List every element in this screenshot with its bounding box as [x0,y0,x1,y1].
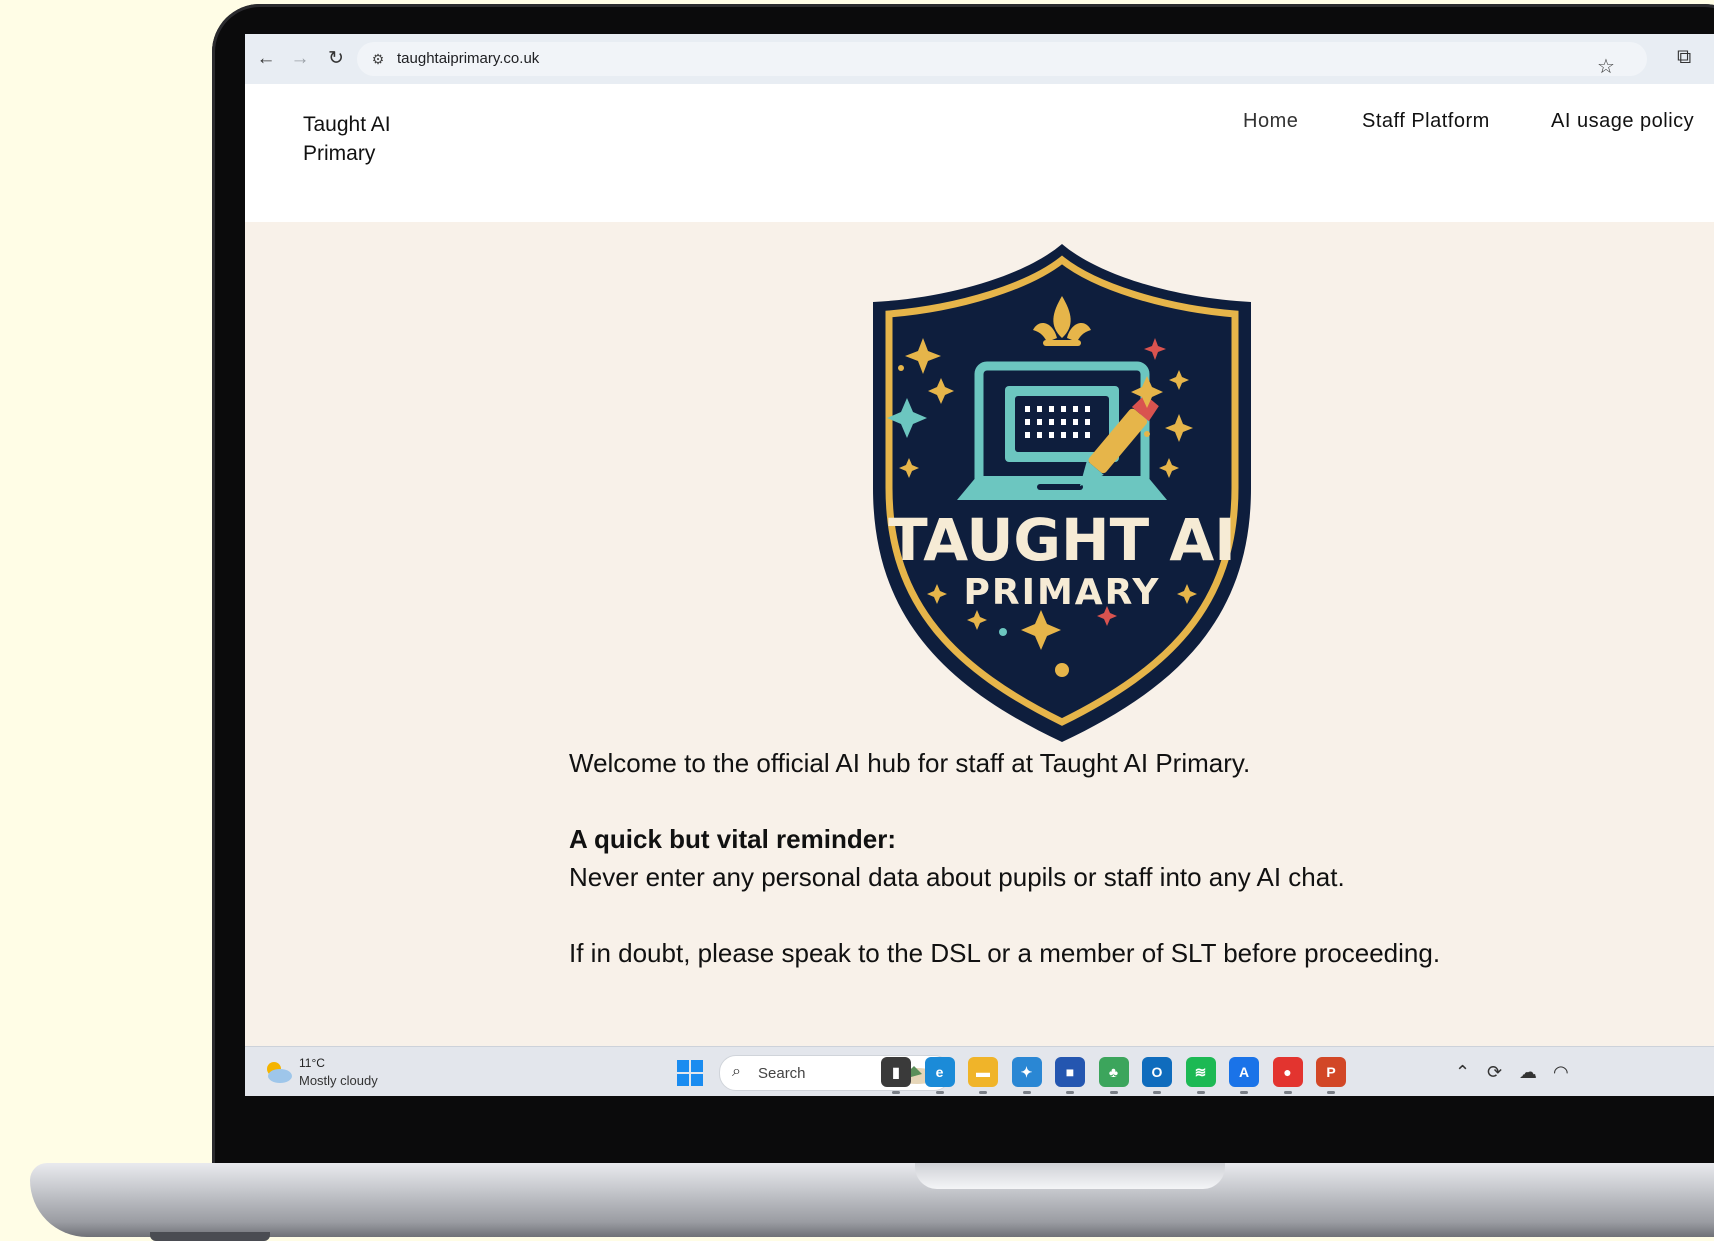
nav-ai-usage-policy[interactable]: AI usage policy [1551,110,1694,133]
laptop-foot [150,1232,270,1241]
file-explorer-running-indicator [979,1091,987,1094]
extensions-icon[interactable]: ⧉ [1677,46,1691,69]
onedrive-cloud-icon[interactable]: ☁ [1519,1062,1537,1083]
edge-running-indicator [935,1091,944,1094]
browser-toolbar: ← → ↻ ⚙ taughtaiprimary.co.uk ☆ ⧉ [245,34,1714,85]
reminder-heading: A quick but vital reminder: [569,824,896,854]
reminder-text: Never enter any personal data about pupi… [569,862,1345,892]
crest-line2: PRIMARY [963,572,1160,613]
hero-section: TAUGHT AI PRIMARY Welcome to the officia… [245,222,1714,1080]
weather-cloud-icon[interactable] [263,1059,293,1085]
nav-staff-platform[interactable]: Staff Platform [1362,110,1490,133]
address-bar[interactable]: ⚙ taughtaiprimary.co.uk ☆ [357,42,1647,79]
bookmark-star-icon[interactable]: ☆ [1597,54,1615,79]
sync-icon[interactable]: ⟳ [1487,1062,1502,1083]
photos-app-running-indicator [1109,1091,1118,1094]
weather-condition[interactable]: Mostly cloudy [299,1073,378,1088]
forward-button[interactable]: → [287,46,313,72]
search-icon: ⌕ [732,1063,741,1080]
chevron-up-icon[interactable]: ⌃ [1455,1062,1470,1083]
welcome-text: Welcome to the official AI hub for staff… [569,748,1251,778]
file-explorer-icon[interactable]: ▬ [968,1057,998,1087]
school-crest-logo: TAUGHT AI PRIMARY [873,244,1251,742]
crest-line1: TAUGHT AI [888,506,1236,574]
task-view-icon[interactable]: ▮ [881,1057,911,1087]
site-title[interactable]: Taught AI Primary [303,110,423,168]
microsoft-store-running-indicator [1066,1091,1074,1094]
task-view-running-indicator [892,1091,900,1094]
spotify-running-indicator [1196,1091,1205,1094]
search-placeholder: Search [758,1065,806,1082]
laptop-base [30,1163,1714,1237]
spotify-icon[interactable]: ≋ [1185,1057,1216,1087]
welcome-text-block: Welcome to the official AI hub for staff… [569,744,1509,972]
site-info-icon[interactable]: ⚙ [369,50,387,68]
laptop-notch [915,1163,1225,1189]
azure-app-running-indicator [1240,1091,1248,1094]
url-text[interactable]: taughtaiprimary.co.uk [397,50,539,67]
powerpoint-running-indicator [1327,1091,1335,1094]
microsoft-store-icon[interactable]: ■ [1055,1057,1085,1087]
site-header: Taught AI Primary Home Staff Platform AI… [245,84,1714,222]
windows-start-icon[interactable] [677,1060,703,1086]
screen: ← → ↻ ⚙ taughtaiprimary.co.uk ☆ ⧉ Taught… [245,34,1714,1096]
wifi-icon[interactable]: ◠ [1553,1062,1569,1083]
windows-taskbar: 11°C Mostly cloudy ⌕ Search ▮ e ▬ ✦ ■ ♣ O ≋ A ● P … [245,1046,1714,1096]
doubt-text: If in doubt, please speak to the DSL or … [569,938,1441,968]
photos-app-icon[interactable]: ♣ [1098,1057,1129,1087]
outlook-running-indicator [1153,1091,1161,1094]
reload-button[interactable]: ↻ [323,46,349,72]
copilot-pre-running-indicator [1022,1091,1031,1094]
powerpoint-icon[interactable]: P [1316,1057,1346,1087]
nav-home[interactable]: Home [1243,110,1298,133]
copilot-pre-icon[interactable]: ✦ [1011,1057,1042,1087]
edge-icon[interactable]: e [924,1057,955,1087]
azure-app-icon[interactable]: A [1229,1057,1259,1087]
chrome-running-indicator [1283,1091,1292,1094]
weather-temperature[interactable]: 11°C [299,1056,325,1070]
outlook-icon[interactable]: O [1142,1057,1172,1087]
back-button[interactable]: ← [253,46,279,72]
chrome-icon[interactable]: ● [1272,1057,1303,1087]
taskbar-search[interactable]: ⌕ Search [719,1055,951,1091]
